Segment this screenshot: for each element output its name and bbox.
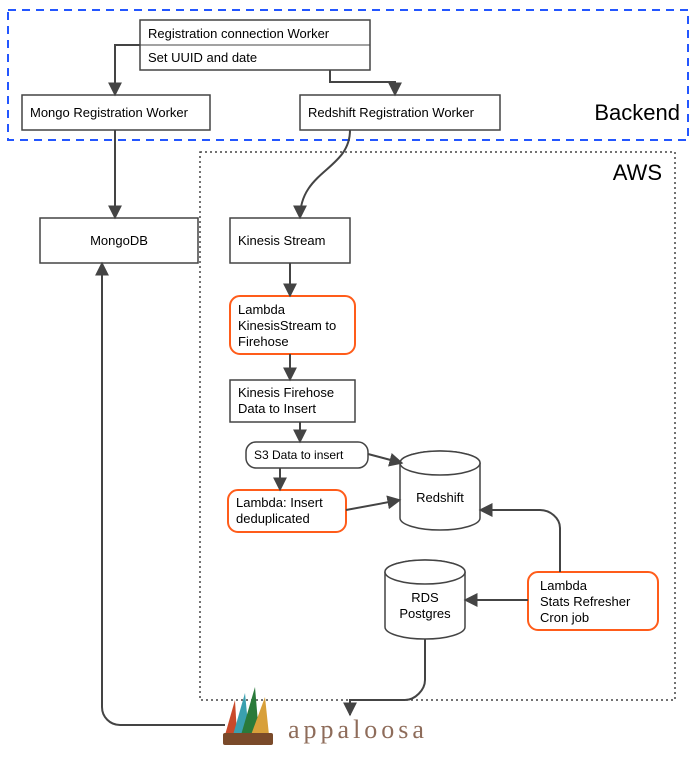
svg-text:Firehose: Firehose: [238, 334, 289, 349]
svg-text:Data to Insert: Data to Insert: [238, 401, 316, 416]
lambda-dedup: Lambda: Insert deduplicated: [228, 490, 346, 532]
mongo-registration-worker: Mongo Registration Worker: [22, 95, 210, 130]
mongodb-box: MongoDB: [40, 218, 198, 263]
kinesis-stream-box: Kinesis Stream: [230, 218, 350, 263]
svg-text:KinesisStream to: KinesisStream to: [238, 318, 336, 333]
backend-label: Backend: [594, 100, 680, 125]
edge-rds-to-appaloosa: [350, 639, 425, 715]
rds-postgres-cylinder: RDS Postgres: [385, 560, 465, 639]
svg-text:Redshift Registration Worker: Redshift Registration Worker: [308, 105, 475, 120]
kinesis-firehose-box: Kinesis Firehose Data to Insert: [230, 380, 355, 422]
lambda-stats-refresher: Lambda Stats Refresher Cron job: [528, 572, 658, 630]
s3-data-box: S3 Data to insert: [246, 442, 368, 468]
svg-text:Cron job: Cron job: [540, 610, 589, 625]
aws-label: AWS: [613, 160, 662, 185]
edge-redshift-worker-to-kinesis: [300, 130, 350, 218]
appaloosa-text: appaloosa: [288, 715, 428, 744]
svg-text:deduplicated: deduplicated: [236, 511, 310, 526]
svg-text:Mongo Registration Worker: Mongo Registration Worker: [30, 105, 189, 120]
edge-stats-to-redshift: [480, 510, 560, 572]
reg-connection-worker: Registration connection Worker Set UUID …: [140, 20, 370, 70]
svg-text:Kinesis Stream: Kinesis Stream: [238, 233, 325, 248]
reg-conn-sub: Set UUID and date: [148, 50, 257, 65]
svg-text:Lambda: Lambda: [238, 302, 286, 317]
architecture-diagram: Backend AWS Registration connection Work…: [0, 0, 700, 769]
edge-s3-to-redshift: [368, 454, 402, 463]
edge-regconn-to-redshiftworker: [330, 70, 395, 95]
svg-text:Kinesis Firehose: Kinesis Firehose: [238, 385, 334, 400]
svg-text:Lambda: Insert: Lambda: Insert: [236, 495, 323, 510]
svg-text:Lambda: Lambda: [540, 578, 588, 593]
svg-text:S3 Data to insert: S3 Data to insert: [254, 448, 344, 462]
svg-text:Postgres: Postgres: [399, 606, 451, 621]
lambda-kinesis-to-firehose: Lambda KinesisStream to Firehose: [230, 296, 355, 354]
svg-text:MongoDB: MongoDB: [90, 233, 148, 248]
redshift-cylinder: Redshift: [400, 451, 480, 530]
edge-dedup-to-redshift: [346, 500, 400, 510]
svg-text:RDS: RDS: [411, 590, 439, 605]
appaloosa-logo: appaloosa: [223, 687, 428, 745]
edge-regconn-to-mongoworker: [115, 45, 140, 95]
svg-text:Redshift: Redshift: [416, 490, 464, 505]
svg-text:Stats Refresher: Stats Refresher: [540, 594, 631, 609]
edge-appaloosa-to-mongodb: [102, 263, 225, 725]
reg-conn-title: Registration connection Worker: [148, 26, 330, 41]
redshift-registration-worker: Redshift Registration Worker: [300, 95, 500, 130]
